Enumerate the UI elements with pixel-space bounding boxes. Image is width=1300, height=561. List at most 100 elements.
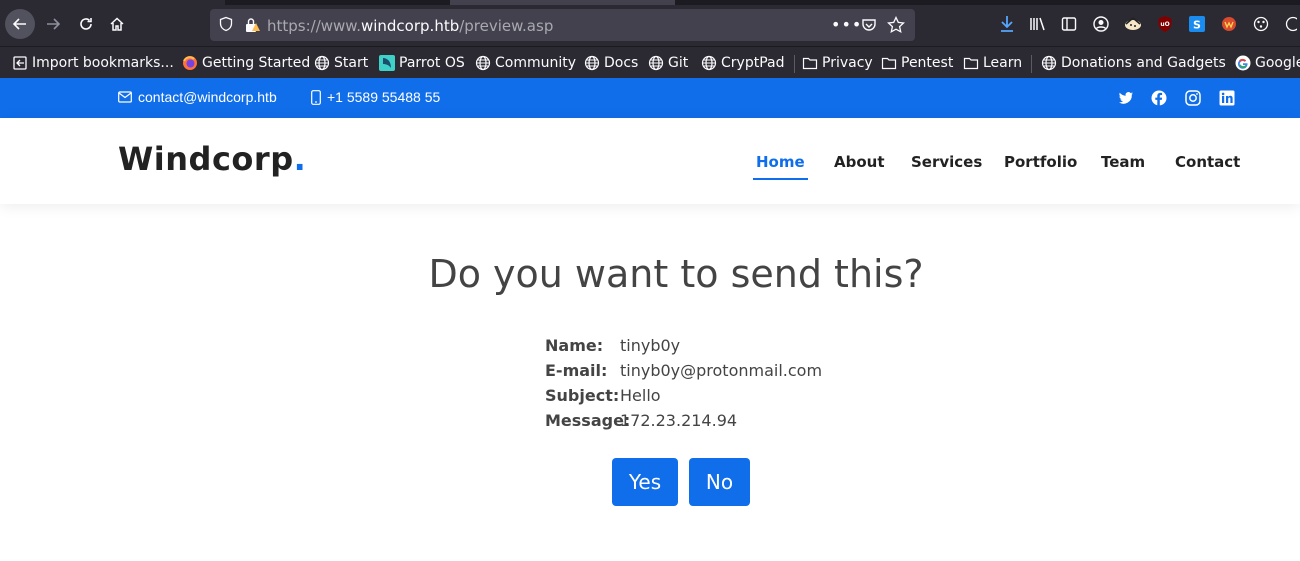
field-label: Name: xyxy=(545,336,604,355)
sidebar-icon[interactable] xyxy=(1058,13,1080,35)
downloads-icon[interactable] xyxy=(996,13,1018,35)
folder-icon xyxy=(881,55,897,71)
bookmark-label: Docs xyxy=(604,55,639,71)
bookmark-separator xyxy=(1031,55,1032,73)
bookmark-label: CryptPad xyxy=(721,55,785,71)
url-text[interactable]: https://www.windcorp.htb/preview.asp xyxy=(267,17,553,35)
bookmark-folder-privacy[interactable]: Privacy xyxy=(802,53,873,73)
bookmark-community[interactable]: Community xyxy=(475,53,576,73)
bookmark-donations[interactable]: Donations and Gadgets xyxy=(1041,53,1226,73)
pocket-icon[interactable] xyxy=(861,17,877,37)
nav-about[interactable]: About xyxy=(834,153,885,171)
firefox-icon xyxy=(182,55,198,71)
s-extension-icon[interactable]: S xyxy=(1186,13,1208,35)
bookmark-parrot-os[interactable]: Parrot OS xyxy=(379,53,465,73)
contact-email-text: contact@windcorp.htb xyxy=(138,89,277,105)
bookmark-label: Import bookmarks... xyxy=(32,55,174,71)
back-button[interactable] xyxy=(5,9,35,39)
field-value: 172.23.214.94 xyxy=(620,411,738,430)
nav-services[interactable]: Services xyxy=(911,153,982,171)
parrot-icon xyxy=(379,55,395,71)
contact-phone: +1 5589 55488 55 xyxy=(311,89,440,105)
bookmark-label: Getting Started xyxy=(202,55,311,71)
nav-contact[interactable]: Contact xyxy=(1175,153,1240,171)
forward-button[interactable] xyxy=(38,9,68,39)
account-icon[interactable] xyxy=(1090,13,1112,35)
nav-portfolio[interactable]: Portfolio xyxy=(1004,153,1077,171)
bookmark-google[interactable]: Google xyxy=(1235,53,1300,73)
site-header: Windcorp. Home About Services Portfolio … xyxy=(0,118,1300,204)
library-icon[interactable] xyxy=(1027,13,1049,35)
extension-gear-icon[interactable] xyxy=(1250,13,1272,35)
instagram-icon[interactable] xyxy=(1185,90,1201,106)
no-button[interactable]: No xyxy=(689,458,750,506)
globe-icon xyxy=(475,55,491,71)
site-logo[interactable]: Windcorp. xyxy=(118,140,306,178)
arrow-left-icon xyxy=(12,18,26,30)
overflow-extension-icon[interactable] xyxy=(1280,13,1300,35)
google-icon xyxy=(1235,55,1251,71)
svg-text:S: S xyxy=(1193,19,1201,32)
facebook-icon[interactable] xyxy=(1151,90,1167,106)
bookmark-label: Google xyxy=(1255,55,1300,71)
globe-icon xyxy=(648,55,664,71)
url-bar[interactable]: https://www.windcorp.htb/preview.asp ••• xyxy=(210,9,915,41)
field-label: E-mail: xyxy=(545,361,608,380)
linkedin-icon[interactable] xyxy=(1219,90,1235,106)
twitter-icon[interactable] xyxy=(1118,90,1134,106)
bookmark-cryptpad[interactable]: CryptPad xyxy=(701,53,784,73)
home-button[interactable] xyxy=(102,9,132,39)
bookmark-label: Community xyxy=(495,55,577,71)
browser-toolbar: https://www.windcorp.htb/preview.asp •••… xyxy=(0,0,1300,46)
globe-icon xyxy=(314,55,330,71)
bookmark-folder-learn[interactable]: Learn xyxy=(963,53,1022,73)
yes-button[interactable]: Yes xyxy=(612,458,678,506)
reload-icon xyxy=(80,18,92,30)
bookmark-start[interactable]: Start xyxy=(314,53,368,73)
envelope-icon xyxy=(118,91,132,103)
wappalyzer-icon[interactable] xyxy=(1218,13,1240,35)
bookmark-label: Donations and Gadgets xyxy=(1061,55,1226,71)
bookmark-label: Learn xyxy=(983,55,1023,71)
bookmark-separator xyxy=(794,55,795,73)
bookmark-label: Git xyxy=(668,55,689,71)
field-value: tinyb0y@protonmail.com xyxy=(620,361,823,380)
contact-email[interactable]: contact@windcorp.htb xyxy=(118,89,277,105)
import-icon xyxy=(12,55,28,71)
field-label: Subject: xyxy=(545,386,620,405)
bookmark-import[interactable]: Import bookmarks... xyxy=(12,53,174,73)
nav-team[interactable]: Team xyxy=(1101,153,1145,171)
folder-icon xyxy=(963,55,979,71)
bookmark-label: Parrot OS xyxy=(399,55,465,71)
page-title: Do you want to send this? xyxy=(428,252,924,296)
reload-button[interactable] xyxy=(71,9,101,39)
nav-home[interactable]: Home xyxy=(753,153,808,180)
globe-icon xyxy=(584,55,600,71)
contact-phone-text: +1 5589 55488 55 xyxy=(327,89,441,105)
globe-icon xyxy=(701,55,717,71)
bookmark-docs[interactable]: Docs xyxy=(584,53,638,73)
bookmark-git[interactable]: Git xyxy=(648,53,688,73)
shield-icon[interactable] xyxy=(218,16,234,36)
bookmark-label: Start xyxy=(334,55,369,71)
ublock-origin-icon[interactable]: uO xyxy=(1154,13,1176,35)
field-label: Message: xyxy=(545,411,631,430)
field-value: Hello xyxy=(620,386,661,405)
bookmark-label: Pentest xyxy=(901,55,954,71)
folder-icon xyxy=(802,55,818,71)
phone-icon xyxy=(311,89,321,105)
site-topbar: contact@windcorp.htb +1 5589 55488 55 xyxy=(0,78,1300,118)
insecure-lock-icon[interactable] xyxy=(244,17,262,37)
cookie-extension-icon[interactable] xyxy=(1122,13,1144,35)
bookmark-star-icon[interactable] xyxy=(887,15,905,38)
bookmarks-toolbar: Import bookmarks... Getting Started Star… xyxy=(0,46,1300,78)
page-actions-menu-button[interactable]: ••• xyxy=(831,15,862,34)
globe-icon xyxy=(1041,55,1057,71)
home-icon xyxy=(110,17,124,31)
arrow-right-icon xyxy=(47,18,61,30)
bookmark-getting-started[interactable]: Getting Started xyxy=(182,53,310,73)
field-value: tinyb0y xyxy=(620,336,681,355)
bookmark-label: Privacy xyxy=(822,55,873,71)
bookmark-folder-pentest[interactable]: Pentest xyxy=(881,53,953,73)
tab-strip xyxy=(225,0,1300,5)
